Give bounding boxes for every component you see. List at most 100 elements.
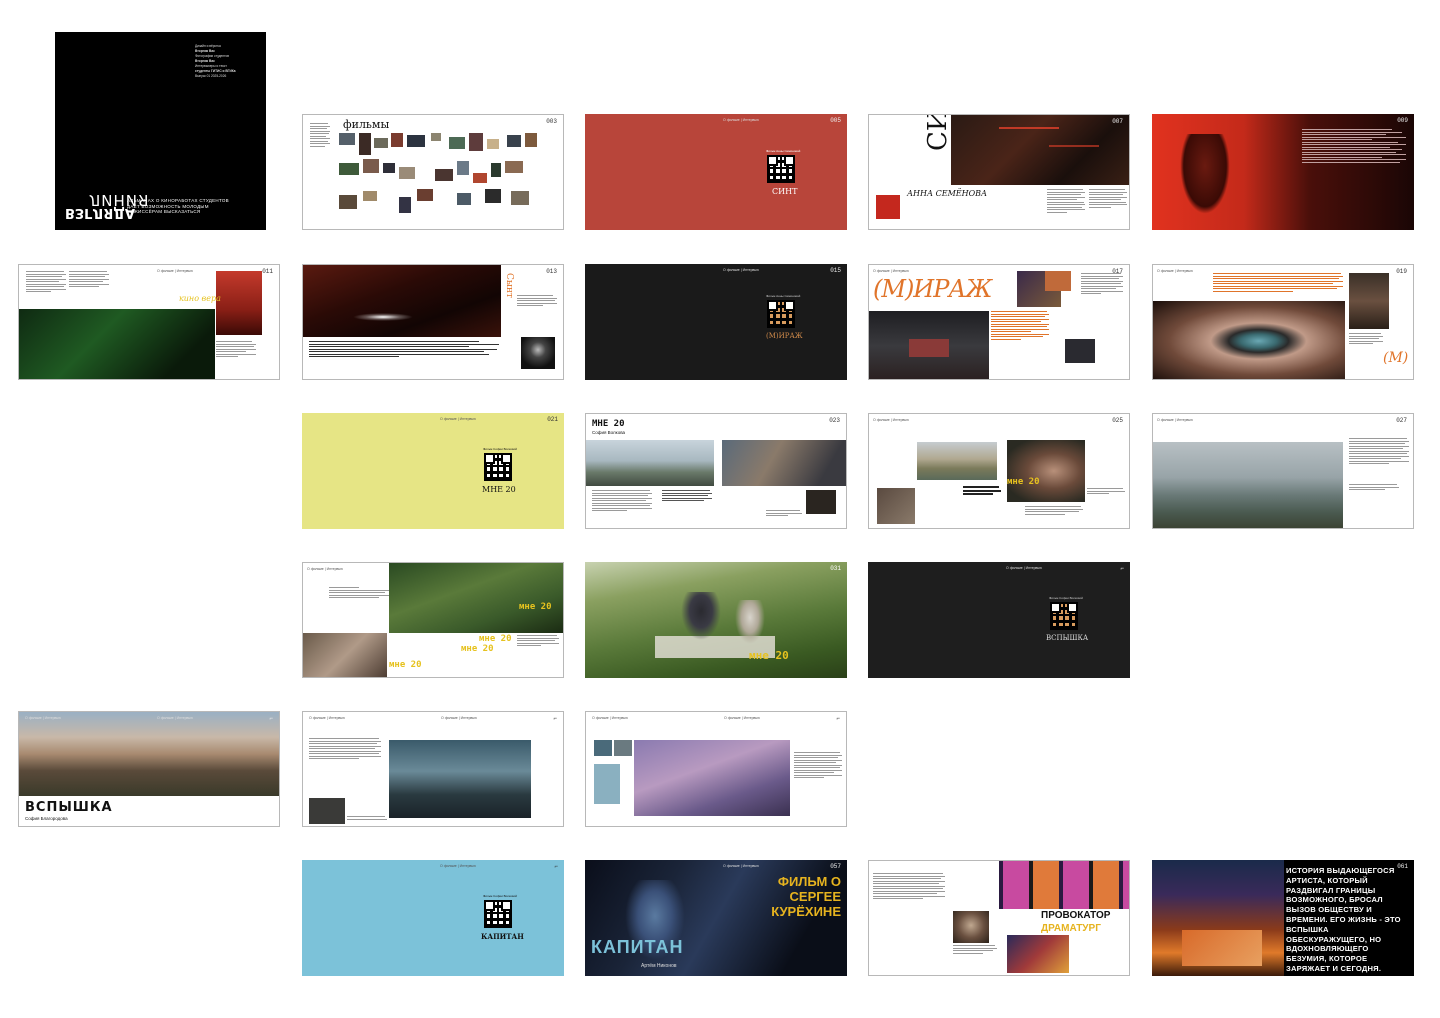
mirazh-title: (М)ИРАЖ bbox=[873, 275, 993, 303]
sint-title: СИНТ bbox=[923, 115, 953, 151]
qr-code[interactable] bbox=[1050, 602, 1078, 630]
window-photo bbox=[1065, 339, 1095, 363]
qr-code[interactable] bbox=[767, 300, 795, 328]
film-thumb bbox=[487, 139, 499, 149]
film-thumb bbox=[505, 161, 523, 173]
orange-text bbox=[991, 311, 1049, 341]
qr-code[interactable] bbox=[767, 155, 795, 183]
headlight-glow bbox=[353, 313, 413, 321]
film-thumb bbox=[491, 163, 501, 177]
spread-029[interactable]: О фильме | Интервью мне 20 мне 20 мне 20… bbox=[302, 562, 564, 678]
film-thumb bbox=[407, 135, 425, 147]
qr-code[interactable] bbox=[484, 453, 512, 481]
m-mark: (M) bbox=[1383, 350, 1409, 366]
spread-019[interactable]: О фильме | Интервью 019 (M) bbox=[1152, 264, 1414, 380]
spread-sint-red[interactable]: 009 bbox=[1152, 114, 1414, 230]
vertical-word: Сынт bbox=[504, 273, 514, 299]
running-header: О фильме | Интервью bbox=[309, 716, 345, 720]
film-thumb bbox=[359, 133, 371, 155]
film-thumb bbox=[469, 133, 483, 151]
spread-provokator[interactable]: 059 ПРОВОКАТОР ДРАМАТУРГ bbox=[868, 860, 1130, 976]
films-thumb-grid bbox=[339, 133, 539, 225]
spread-mirazh[interactable]: О фильме | Интервью 017 (М)ИРАЖ bbox=[868, 264, 1130, 380]
page-number: 009 bbox=[1397, 117, 1408, 124]
running-header: О фильме | Интервью bbox=[723, 118, 759, 122]
spread-sint-open[interactable]: 007 СИНТ АННА СЕМЁНОВА bbox=[868, 114, 1130, 230]
mne20-word: мне 20 bbox=[389, 660, 422, 670]
qr-film-title: (М)ИРАЖ bbox=[766, 332, 803, 340]
red-still-photo bbox=[876, 195, 900, 219]
qr-film-title: ВСПЫШКА bbox=[1046, 634, 1089, 642]
spread-kapitan-qr[interactable]: О фильме | Интервью ⌐ Фильм Софии Волков… bbox=[302, 860, 564, 976]
credits-text bbox=[662, 490, 712, 503]
page-number: ⌐ bbox=[269, 715, 273, 722]
kapitan-tagline: ФИЛЬМ О СЕРГЕЕ КУРЁХИНЕ bbox=[771, 874, 841, 919]
film-thumb bbox=[435, 169, 453, 181]
running-header: О фильме | Интервью bbox=[723, 864, 759, 868]
film-thumb bbox=[363, 191, 377, 201]
film-thumb bbox=[399, 197, 411, 213]
spread-025[interactable]: О фильме | Интервью 025 мне 20 bbox=[868, 413, 1130, 529]
spread-061[interactable]: 061 ИСТОРИЯ ВЫДАЮЩЕГОСЯ АРТИСТА, КОТОРЫЙ… bbox=[1152, 860, 1414, 976]
bed-photo bbox=[303, 633, 387, 677]
article-text bbox=[329, 587, 389, 600]
film-strip-photos bbox=[999, 861, 1129, 909]
qr-caption: Фильм Анны Семёновой bbox=[766, 149, 801, 153]
running-header: О фильме | Интервью bbox=[873, 418, 909, 422]
film-thumb bbox=[391, 133, 403, 147]
spread-031[interactable]: 031 мне 20 bbox=[585, 562, 847, 678]
article-text bbox=[1349, 333, 1383, 346]
performance-photo bbox=[1007, 935, 1069, 973]
spread-vspyshka[interactable]: О фильме | Интервью О фильме | Интервью … bbox=[18, 711, 280, 827]
spread-sint-qr[interactable]: О фильме | Интервью 005 Фильм Анны Семён… bbox=[585, 114, 847, 230]
film-thumb bbox=[374, 138, 388, 148]
river-bridge-photo bbox=[1153, 442, 1343, 528]
spread-035[interactable]: О фильме | Интервью О фильме | Интервью … bbox=[302, 711, 564, 827]
small-photo bbox=[594, 740, 612, 756]
page-number: 011 bbox=[262, 268, 273, 275]
running-header: О фильме | Интервью bbox=[157, 716, 193, 720]
page-number: ⌐ bbox=[554, 863, 558, 870]
page-number: 031 bbox=[830, 565, 841, 572]
spread-mirazh-qr[interactable]: О фильме | Интервью 015 Фильм Анны Семён… bbox=[585, 264, 847, 380]
spread-011[interactable]: О фильме | Интервью 011 кино вера bbox=[18, 264, 280, 380]
spread-027[interactable]: О фильме | Интервью 027 bbox=[1152, 413, 1414, 529]
cover-page[interactable]: Дизайн и вёрстка Вторник Вас Фотографии … bbox=[55, 32, 266, 230]
eye-closeup-photo bbox=[1153, 301, 1345, 379]
film-thumb bbox=[457, 193, 471, 205]
qr-caption: Фильм Софии Волковой bbox=[483, 447, 517, 451]
spread-mne20[interactable]: 023 МНЕ 20 София Волкова bbox=[585, 413, 847, 529]
film-thumb bbox=[507, 135, 521, 147]
article-text bbox=[1081, 273, 1123, 296]
small-photo bbox=[806, 490, 836, 514]
vspyshka-title: ВСПЫШКА bbox=[25, 800, 113, 815]
cover-title-line2: ВЗГЛЯДА bbox=[65, 205, 135, 220]
red-light-strip bbox=[1049, 145, 1099, 147]
sint-author: АННА СЕМЁНОВА bbox=[907, 189, 988, 198]
spread-mne20-qr[interactable]: О фильме | Интервью 021 Фильм Софии Волк… bbox=[302, 413, 564, 529]
sint-article-text bbox=[1047, 189, 1085, 214]
spread-kapitan[interactable]: О фильме | Интервью 057 ФИЛЬМ О СЕРГЕЕ К… bbox=[585, 860, 847, 976]
running-header: О фильме | Интервью bbox=[157, 269, 193, 273]
qr-code[interactable] bbox=[484, 900, 512, 928]
spread-films[interactable]: 003 фильмы bbox=[302, 114, 564, 230]
hooded-figure bbox=[1180, 134, 1230, 214]
bridge-photo bbox=[586, 440, 714, 486]
film-thumb bbox=[417, 189, 433, 201]
film-thumb bbox=[339, 195, 357, 209]
screen-photo-small bbox=[1045, 271, 1071, 291]
lake-shore-photo bbox=[917, 442, 997, 480]
running-header: О фильме | Интервью bbox=[307, 567, 343, 571]
article-text bbox=[26, 271, 66, 294]
spread-vspyshka-qr[interactable]: О фильме | Интервью ⌐ Фильм Софии Волков… bbox=[868, 562, 1130, 678]
vspyshka-author: София Благородова bbox=[25, 816, 68, 821]
spread-037[interactable]: О фильме | Интервью О фильме | Интервью … bbox=[585, 711, 847, 827]
page-number: 005 bbox=[830, 117, 841, 124]
cover-subtitle: АЛЬМАНАХ О КИНОРАБОТАХ СТУДЕНТОВ ДАЁТ ВО… bbox=[127, 198, 229, 214]
small-dark-photo bbox=[309, 798, 345, 824]
running-header: О фильме | Интервью bbox=[1157, 269, 1193, 273]
red-light-strip bbox=[999, 127, 1059, 129]
spread-013[interactable]: О фильме | Интервью 013 Сынт bbox=[302, 264, 564, 380]
friends-photo bbox=[722, 440, 846, 486]
article-text bbox=[69, 271, 109, 289]
